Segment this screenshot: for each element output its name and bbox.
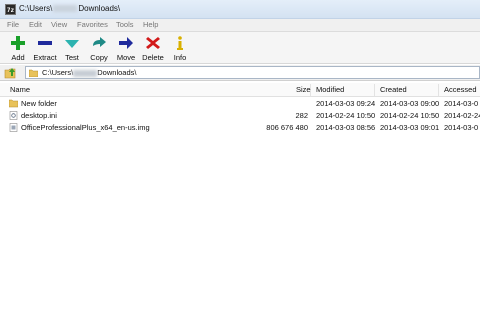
menu-file[interactable]: File <box>7 20 19 29</box>
menu-edit[interactable]: Edit <box>29 20 42 29</box>
file-name: desktop.ini <box>21 111 57 120</box>
column-accessed[interactable]: Accessed <box>444 85 477 94</box>
file-row[interactable]: New folder 2014-03-03 09:24 2014-03-03 0… <box>0 98 480 110</box>
column-created[interactable]: Created <box>380 85 407 94</box>
column-size[interactable]: Size <box>296 85 311 94</box>
file-modified: 2014-03-03 09:24 <box>316 99 376 108</box>
file-size: 806 676 480 <box>266 123 308 132</box>
app-7zip-icon[interactable]: 7z <box>5 4 16 15</box>
address-prefix: C:\Users\ <box>42 68 74 77</box>
file-created: 2014-03-03 09:01 <box>380 123 440 132</box>
toolbar: Add Extract Test Copy Move Delete Info <box>0 32 480 64</box>
file-row[interactable]: desktop.ini 282 2014-02-24 10:50 2014-02… <box>0 110 480 122</box>
file-created: 2014-03-03 09:00 <box>380 99 440 108</box>
file-created: 2014-02-24 10:50 <box>380 111 440 120</box>
address-path: C:\Users\ Downloads\ <box>42 68 136 77</box>
window-title: C:\Users\ Downloads\ <box>19 4 120 13</box>
column-divider[interactable] <box>438 84 439 96</box>
redacted-username <box>73 69 98 77</box>
info-label: Info <box>173 53 187 62</box>
redacted-username <box>53 5 78 13</box>
minus-icon <box>38 41 52 45</box>
file-accessed: 2014-02-24 <box>444 111 480 120</box>
menu-view[interactable]: View <box>51 20 67 29</box>
file-accessed: 2014-03-0 <box>444 99 479 108</box>
file-name: OfficeProfessionalPlus_x64_en-us.img <box>21 123 150 132</box>
file-name: New folder <box>21 99 57 108</box>
menu-bar: File Edit View Favorites Tools Help <box>0 19 480 32</box>
folder-icon <box>9 99 18 108</box>
window-title-suffix: Downloads\ <box>78 4 121 13</box>
column-name[interactable]: Name <box>10 85 30 94</box>
menu-favorites[interactable]: Favorites <box>77 20 108 29</box>
address-field[interactable]: C:\Users\ Downloads\ <box>25 66 480 79</box>
disc-image-file-icon <box>9 123 18 132</box>
info-icon <box>177 36 183 50</box>
title-bar: 7z C:\Users\ Downloads\ <box>0 0 480 19</box>
menu-tools[interactable]: Tools <box>116 20 134 29</box>
address-bar: C:\Users\ Downloads\ <box>0 65 480 81</box>
menu-help[interactable]: Help <box>143 20 158 29</box>
settings-file-icon <box>9 111 18 120</box>
window-title-prefix: C:\Users\ <box>19 4 53 13</box>
column-divider[interactable] <box>374 84 375 96</box>
copy-arrow-icon <box>93 37 106 47</box>
file-accessed: 2014-03-0 <box>444 123 479 132</box>
file-size: 282 <box>295 111 308 120</box>
file-list-header: Name Size Modified Created Accessed <box>0 83 480 97</box>
folder-icon <box>29 69 38 77</box>
delete-x-icon <box>146 37 160 49</box>
file-row[interactable]: OfficeProfessionalPlus_x64_en-us.img 806… <box>0 122 480 134</box>
move-arrow-icon <box>119 37 133 49</box>
check-arrow-icon <box>65 40 79 48</box>
file-modified: 2014-02-24 10:50 <box>316 111 376 120</box>
address-suffix: Downloads\ <box>97 68 137 77</box>
folder-up-icon[interactable] <box>4 66 18 79</box>
plus-icon <box>11 36 25 50</box>
info-button[interactable]: Info <box>166 34 194 63</box>
file-modified: 2014-03-03 08:56 <box>316 123 376 132</box>
column-modified[interactable]: Modified <box>316 85 344 94</box>
